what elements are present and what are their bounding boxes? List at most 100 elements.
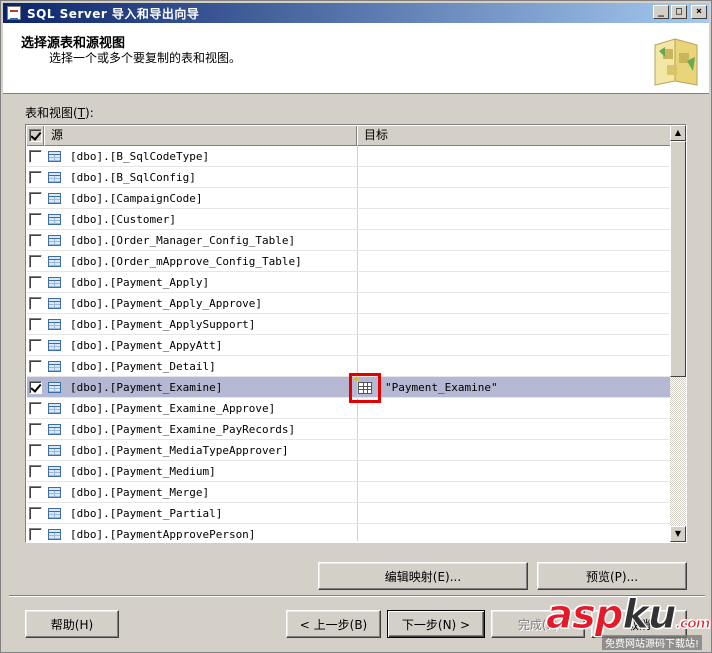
source-cell[interactable]: [dbo].[Payment_ApplySupport] xyxy=(44,314,358,334)
row-checkbox-cell[interactable] xyxy=(27,419,44,439)
source-cell[interactable]: [dbo].[Payment_Apply] xyxy=(44,272,358,292)
row-checkbox[interactable] xyxy=(29,380,42,394)
row-checkbox[interactable] xyxy=(29,191,42,205)
source-cell[interactable]: [dbo].[Payment_AppyAtt] xyxy=(44,335,358,355)
destination-cell[interactable] xyxy=(358,167,670,187)
row-checkbox-cell[interactable] xyxy=(27,251,44,271)
source-cell[interactable]: [dbo].[B_SqlConfig] xyxy=(44,167,358,187)
destination-cell[interactable] xyxy=(358,188,670,208)
maximize-button[interactable]: □ xyxy=(671,5,687,19)
row-checkbox-cell[interactable] xyxy=(27,293,44,313)
row-checkbox[interactable] xyxy=(29,338,42,352)
destination-cell[interactable] xyxy=(358,419,670,439)
row-checkbox[interactable] xyxy=(29,527,42,541)
row-checkbox-cell[interactable] xyxy=(27,398,44,418)
row-checkbox-cell[interactable] xyxy=(27,461,44,481)
table-row[interactable]: [dbo].[Payment_AppyAtt] xyxy=(27,335,670,356)
tables-grid[interactable]: 源 目标 [dbo].[B_SqlCodeType] [dbo].[B_SqlCo… xyxy=(25,124,687,543)
row-checkbox[interactable] xyxy=(29,422,42,436)
preview-button[interactable]: 预览(P)... xyxy=(537,562,687,590)
destination-cell[interactable] xyxy=(358,251,670,271)
scroll-up-button[interactable]: ▲ xyxy=(670,125,686,141)
row-checkbox[interactable] xyxy=(29,443,42,457)
row-checkbox[interactable] xyxy=(29,254,42,268)
row-checkbox-cell[interactable] xyxy=(27,377,44,397)
table-row[interactable]: [dbo].[Customer] xyxy=(27,209,670,230)
column-header-destination[interactable]: 目标 xyxy=(357,126,670,146)
row-checkbox-cell[interactable] xyxy=(27,167,44,187)
row-checkbox-cell[interactable] xyxy=(27,482,44,502)
table-row[interactable]: [dbo].[Payment_Examine] "Payment_Examine" xyxy=(27,373,670,403)
destination-cell[interactable] xyxy=(358,524,670,541)
table-row[interactable]: [dbo].[Payment_ApplySupport] xyxy=(27,314,670,335)
edit-mapping-highlight[interactable] xyxy=(349,373,381,403)
source-cell[interactable]: [dbo].[Payment_Examine_Approve] xyxy=(44,398,358,418)
destination-cell[interactable] xyxy=(358,314,670,334)
row-checkbox-cell[interactable] xyxy=(27,230,44,250)
destination-cell[interactable] xyxy=(358,503,670,523)
table-row[interactable]: [dbo].[Payment_MediaTypeApprover] xyxy=(27,440,670,461)
column-header-source[interactable]: 源 xyxy=(44,126,357,146)
column-mapping-icon[interactable] xyxy=(353,375,372,394)
destination-cell[interactable] xyxy=(358,356,670,376)
row-checkbox-cell[interactable] xyxy=(27,503,44,523)
row-checkbox[interactable] xyxy=(29,506,42,520)
row-checkbox[interactable] xyxy=(29,212,42,226)
table-row[interactable]: [dbo].[PaymentApprovePerson] xyxy=(27,524,670,541)
row-checkbox-cell[interactable] xyxy=(27,188,44,208)
scroll-down-button[interactable]: ▼ xyxy=(670,526,686,542)
table-row[interactable]: [dbo].[Payment_Examine_PayRecords] xyxy=(27,419,670,440)
source-cell[interactable]: [dbo].[Payment_MediaTypeApprover] xyxy=(44,440,358,460)
table-row[interactable]: [dbo].[Order_Manager_Config_Table] xyxy=(27,230,670,251)
row-checkbox-cell[interactable] xyxy=(27,440,44,460)
source-cell[interactable]: [dbo].[Payment_Merge] xyxy=(44,482,358,502)
row-checkbox[interactable] xyxy=(29,464,42,478)
destination-cell[interactable] xyxy=(358,272,670,292)
source-cell[interactable]: [dbo].[Payment_Examine] xyxy=(44,377,358,397)
table-row[interactable]: [dbo].[Order_mApprove_Config_Table] xyxy=(27,251,670,272)
row-checkbox[interactable] xyxy=(29,275,42,289)
table-row[interactable]: [dbo].[Payment_Merge] xyxy=(27,482,670,503)
row-checkbox-cell[interactable] xyxy=(27,524,44,541)
destination-cell[interactable] xyxy=(358,461,670,481)
row-checkbox[interactable] xyxy=(29,359,42,373)
row-checkbox-cell[interactable] xyxy=(27,335,44,355)
table-row[interactable]: [dbo].[Payment_Apply_Approve] xyxy=(27,293,670,314)
table-row[interactable]: [dbo].[B_SqlCodeType] xyxy=(27,146,670,167)
source-cell[interactable]: [dbo].[Order_mApprove_Config_Table] xyxy=(44,251,358,271)
table-row[interactable]: [dbo].[CampaignCode] xyxy=(27,188,670,209)
source-cell[interactable]: [dbo].[Payment_Detail] xyxy=(44,356,358,376)
destination-cell[interactable] xyxy=(358,209,670,229)
row-checkbox-cell[interactable] xyxy=(27,314,44,334)
destination-cell[interactable]: "Payment_Examine" xyxy=(349,373,670,403)
edit-mappings-button[interactable]: 编辑映射(E)... xyxy=(318,562,528,590)
title-bar[interactable]: SQL Server 导入和导出向导 _ □ × xyxy=(3,3,709,23)
destination-cell[interactable] xyxy=(358,293,670,313)
source-cell[interactable]: [dbo].[B_SqlCodeType] xyxy=(44,146,358,166)
row-checkbox-cell[interactable] xyxy=(27,272,44,292)
destination-cell[interactable] xyxy=(358,440,670,460)
row-checkbox-cell[interactable] xyxy=(27,146,44,166)
row-checkbox[interactable] xyxy=(29,485,42,499)
select-all-checkbox[interactable] xyxy=(28,129,42,142)
row-checkbox[interactable] xyxy=(29,170,42,184)
destination-cell[interactable] xyxy=(358,398,670,418)
table-row[interactable]: [dbo].[Payment_Partial] xyxy=(27,503,670,524)
source-cell[interactable]: [dbo].[Payment_Examine_PayRecords] xyxy=(44,419,358,439)
row-checkbox[interactable] xyxy=(29,233,42,247)
next-button[interactable]: 下一步(N) > xyxy=(387,610,485,638)
select-all-checkbox-cell[interactable] xyxy=(27,126,44,146)
destination-cell[interactable] xyxy=(358,482,670,502)
source-cell[interactable]: [dbo].[Payment_Medium] xyxy=(44,461,358,481)
row-checkbox[interactable] xyxy=(29,296,42,310)
source-cell[interactable]: [dbo].[Payment_Partial] xyxy=(44,503,358,523)
table-row[interactable]: [dbo].[B_SqlConfig] xyxy=(27,167,670,188)
source-cell[interactable]: [dbo].[Order_Manager_Config_Table] xyxy=(44,230,358,250)
close-button[interactable]: × xyxy=(691,5,707,19)
source-cell[interactable]: [dbo].[CampaignCode] xyxy=(44,188,358,208)
back-button[interactable]: < 上一步(B) xyxy=(286,610,381,638)
row-checkbox[interactable] xyxy=(29,401,42,415)
help-button[interactable]: 帮助(H) xyxy=(25,610,119,638)
row-checkbox-cell[interactable] xyxy=(27,209,44,229)
row-checkbox[interactable] xyxy=(29,317,42,331)
